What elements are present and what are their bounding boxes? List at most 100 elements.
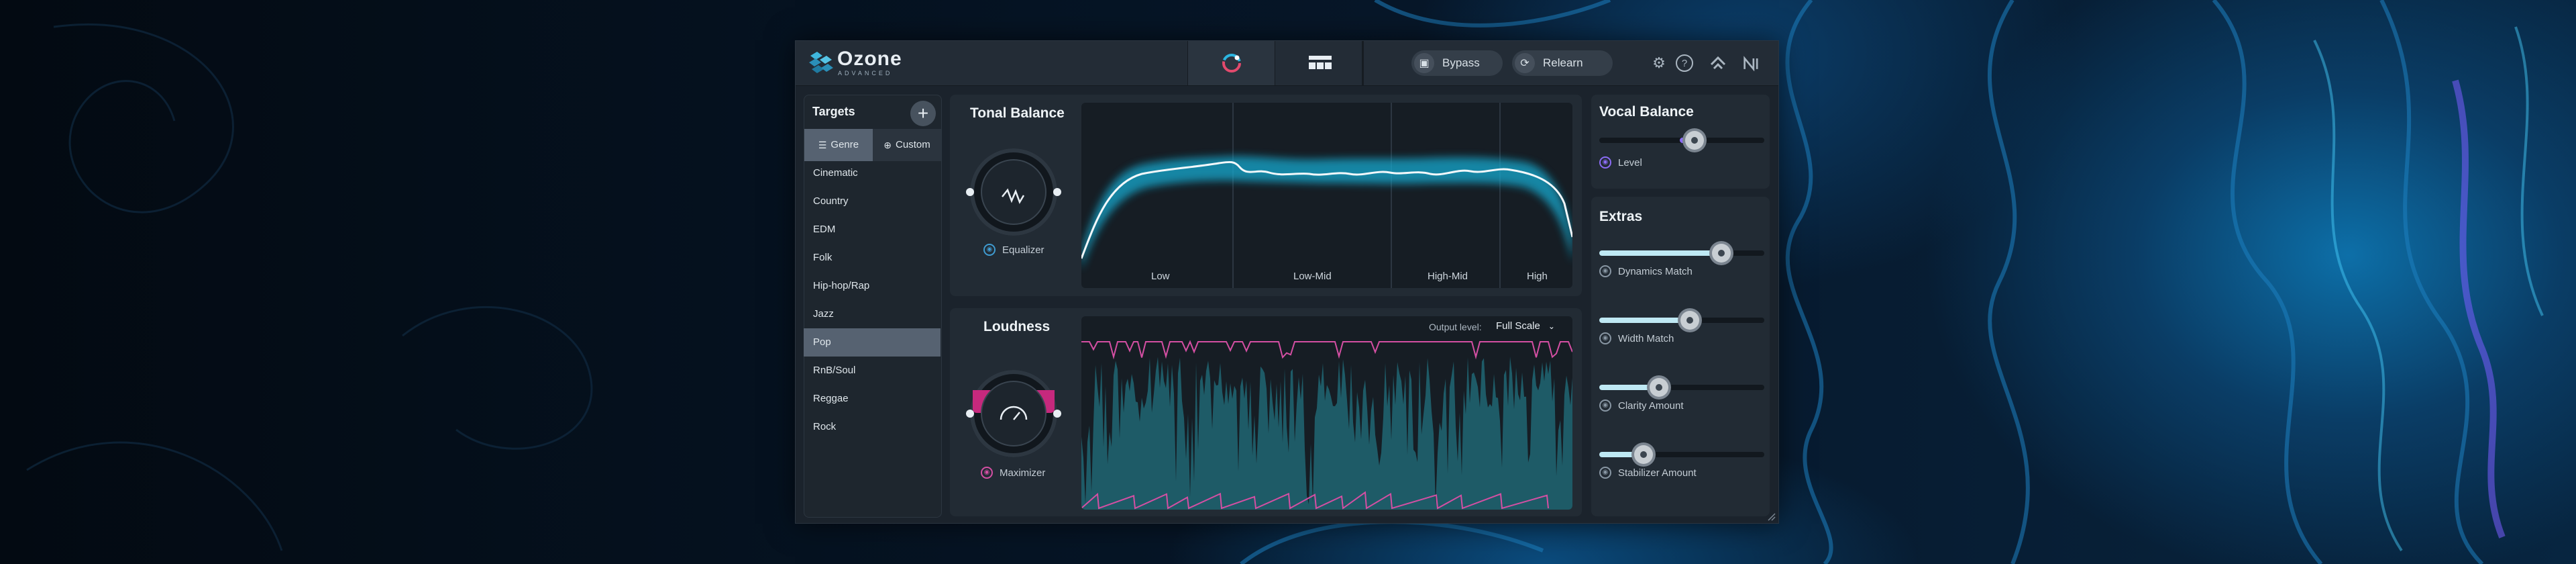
tab-custom[interactable]: ⊕ Custom bbox=[873, 129, 941, 161]
extras-slider-label: Width Match bbox=[1618, 332, 1674, 344]
genre-item[interactable]: RnB/Soul bbox=[804, 357, 941, 385]
extras-slider-thumb[interactable] bbox=[1634, 445, 1653, 464]
loudness-waveform-fill bbox=[1081, 357, 1572, 510]
extras-slider-label-group: ◉ Stabilizer Amount bbox=[1599, 467, 1697, 479]
knob-handle-right[interactable] bbox=[1053, 188, 1061, 196]
band-high-label: High bbox=[1527, 271, 1548, 282]
equalizer-label: Equalizer bbox=[1002, 244, 1044, 256]
extras-slider-label-group: ◉ Width Match bbox=[1599, 332, 1674, 344]
genre-item[interactable]: Hip-hop/Rap bbox=[804, 272, 941, 300]
genre-item[interactable]: Cinematic bbox=[804, 159, 941, 187]
resize-grip-icon[interactable] bbox=[1767, 512, 1776, 522]
maximizer-knob[interactable] bbox=[966, 370, 1061, 457]
extras-slider-fill bbox=[1599, 250, 1721, 256]
izotope-link-icon[interactable] bbox=[1708, 53, 1728, 73]
module-power-icon[interactable]: ◉ bbox=[1599, 332, 1611, 344]
tonal-balance-title: Tonal Balance bbox=[970, 105, 1065, 121]
equalizer-knob[interactable] bbox=[966, 148, 1061, 236]
extras-slider-track[interactable] bbox=[1599, 385, 1764, 390]
maximizer-label-group: ◉ Maximizer bbox=[981, 467, 1045, 479]
maximizer-handle-right[interactable] bbox=[1053, 410, 1061, 418]
tonal-balance-graph: Low Low-Mid High-Mid High bbox=[1081, 103, 1572, 288]
module-power-icon[interactable]: ◉ bbox=[1599, 399, 1611, 412]
eq-curve-icon bbox=[1002, 188, 1025, 204]
extras-slider-label-group: ◉ Clarity Amount bbox=[1599, 399, 1684, 412]
vocal-level-slider[interactable] bbox=[1599, 138, 1764, 143]
extras-slider-track[interactable] bbox=[1599, 250, 1764, 256]
equalizer-module-icon: ◉ bbox=[983, 244, 996, 256]
loudness-waveform bbox=[1081, 340, 1572, 510]
vocal-level-label: Level bbox=[1618, 156, 1642, 169]
add-target-button[interactable]: + bbox=[910, 101, 936, 126]
title-separator bbox=[1362, 41, 1364, 85]
vocal-balance-panel: Vocal Balance ◉ Level bbox=[1591, 95, 1770, 189]
maximizer-knob-face bbox=[982, 382, 1045, 445]
tab-genre-label: Genre bbox=[830, 139, 859, 150]
module-grid-icon bbox=[1309, 56, 1332, 69]
output-level-dropdown[interactable]: Full Scale ⌄ bbox=[1496, 320, 1555, 332]
extras-title: Extras bbox=[1599, 209, 1643, 224]
relearn-label: Relearn bbox=[1543, 56, 1583, 69]
chevron-down-icon: ⌄ bbox=[1548, 321, 1555, 331]
genre-item[interactable]: Pop bbox=[804, 328, 941, 357]
band-low-mid-label: Low-Mid bbox=[1293, 271, 1332, 282]
help-icon[interactable]: ? bbox=[1674, 53, 1695, 73]
output-level-label: Output level: bbox=[1429, 322, 1482, 332]
settings-gear-icon[interactable]: ⚙ bbox=[1649, 53, 1669, 73]
extras-slider-thumb[interactable] bbox=[1712, 244, 1731, 263]
genre-item[interactable]: Country bbox=[804, 187, 941, 216]
bypass-label: Bypass bbox=[1442, 56, 1480, 69]
genre-item[interactable]: Rock bbox=[804, 413, 941, 441]
output-level-value: Full Scale bbox=[1496, 320, 1540, 332]
relearn-button[interactable]: ⟳ Relearn bbox=[1512, 50, 1613, 76]
genre-item[interactable]: EDM bbox=[804, 216, 941, 244]
title-bar: Ozone ADVANCED ▣ Bypass ⟳ Relearn ⚙ ? bbox=[796, 41, 1778, 86]
vocal-level-thumb[interactable] bbox=[1685, 131, 1704, 150]
genre-item[interactable]: Reggae bbox=[804, 385, 941, 413]
band-high-mid-label: High-Mid bbox=[1428, 271, 1468, 282]
vocal-balance-title: Vocal Balance bbox=[1599, 104, 1694, 120]
extras-slider-track[interactable] bbox=[1599, 452, 1764, 457]
module-power-icon[interactable]: ◉ bbox=[1599, 467, 1611, 479]
extras-slider-label-group: ◉ Dynamics Match bbox=[1599, 265, 1693, 277]
modules-tab[interactable] bbox=[1275, 41, 1362, 85]
tab-genre[interactable]: ☰ Genre bbox=[804, 129, 873, 161]
loudness-meter: Output level: Full Scale ⌄ bbox=[1081, 316, 1572, 510]
module-power-icon[interactable]: ◉ bbox=[1599, 265, 1611, 277]
plus-icon: + bbox=[917, 103, 929, 124]
ozone-logo-icon bbox=[809, 52, 833, 73]
extras-slider-label: Dynamics Match bbox=[1618, 265, 1693, 277]
knob-handle-left[interactable] bbox=[966, 188, 974, 196]
extras-slider-label: Stabilizer Amount bbox=[1618, 467, 1697, 479]
extras-slider-thumb[interactable] bbox=[1650, 378, 1668, 397]
genre-item[interactable]: Folk bbox=[804, 244, 941, 272]
app-edition-label: ADVANCED bbox=[838, 70, 893, 77]
ozone-plugin-window: Ozone ADVANCED ▣ Bypass ⟳ Relearn ⚙ ? Ta… bbox=[795, 40, 1779, 524]
native-instruments-logo-icon[interactable] bbox=[1743, 53, 1763, 73]
master-assistant-icon bbox=[1222, 54, 1241, 73]
bypass-button[interactable]: ▣ Bypass bbox=[1411, 50, 1503, 76]
tonal-balance-panel: Tonal Balance ◉ Equalizer Low Low-Mid Hi… bbox=[950, 95, 1582, 296]
vocal-module-icon: ◉ bbox=[1599, 156, 1611, 169]
refresh-icon: ⟳ bbox=[1515, 53, 1535, 73]
custom-file-icon: ⊕ bbox=[883, 140, 892, 150]
maximizer-handle-left[interactable] bbox=[966, 410, 974, 418]
tab-custom-label: Custom bbox=[896, 139, 930, 150]
loudness-title: Loudness bbox=[983, 319, 1051, 334]
extras-slider-thumb[interactable] bbox=[1680, 311, 1699, 330]
gift-icon: ▣ bbox=[1414, 53, 1434, 73]
genre-item[interactable]: Jazz bbox=[804, 300, 941, 328]
list-icon: ☰ bbox=[818, 140, 827, 150]
gain-reduction-line bbox=[1081, 340, 1572, 360]
loudness-panel: Loudness ◉ Maximizer Output level: Full … bbox=[950, 308, 1582, 516]
band-low-label: Low bbox=[1151, 271, 1170, 282]
targets-title: Targets bbox=[812, 105, 855, 118]
assistant-tab[interactable] bbox=[1187, 41, 1275, 85]
extras-panel: Extras ◉ Dynamics Match ◉ Width Match ◉ Clari… bbox=[1591, 197, 1770, 516]
vocal-level-label-group: ◉ Level bbox=[1599, 156, 1642, 169]
equalizer-label-group: ◉ Equalizer bbox=[983, 244, 1044, 256]
maximizer-module-icon: ◉ bbox=[981, 467, 993, 479]
maximizer-label: Maximizer bbox=[1000, 467, 1046, 479]
extras-slider-label: Clarity Amount bbox=[1618, 399, 1684, 412]
equalizer-knob-face bbox=[982, 160, 1045, 224]
